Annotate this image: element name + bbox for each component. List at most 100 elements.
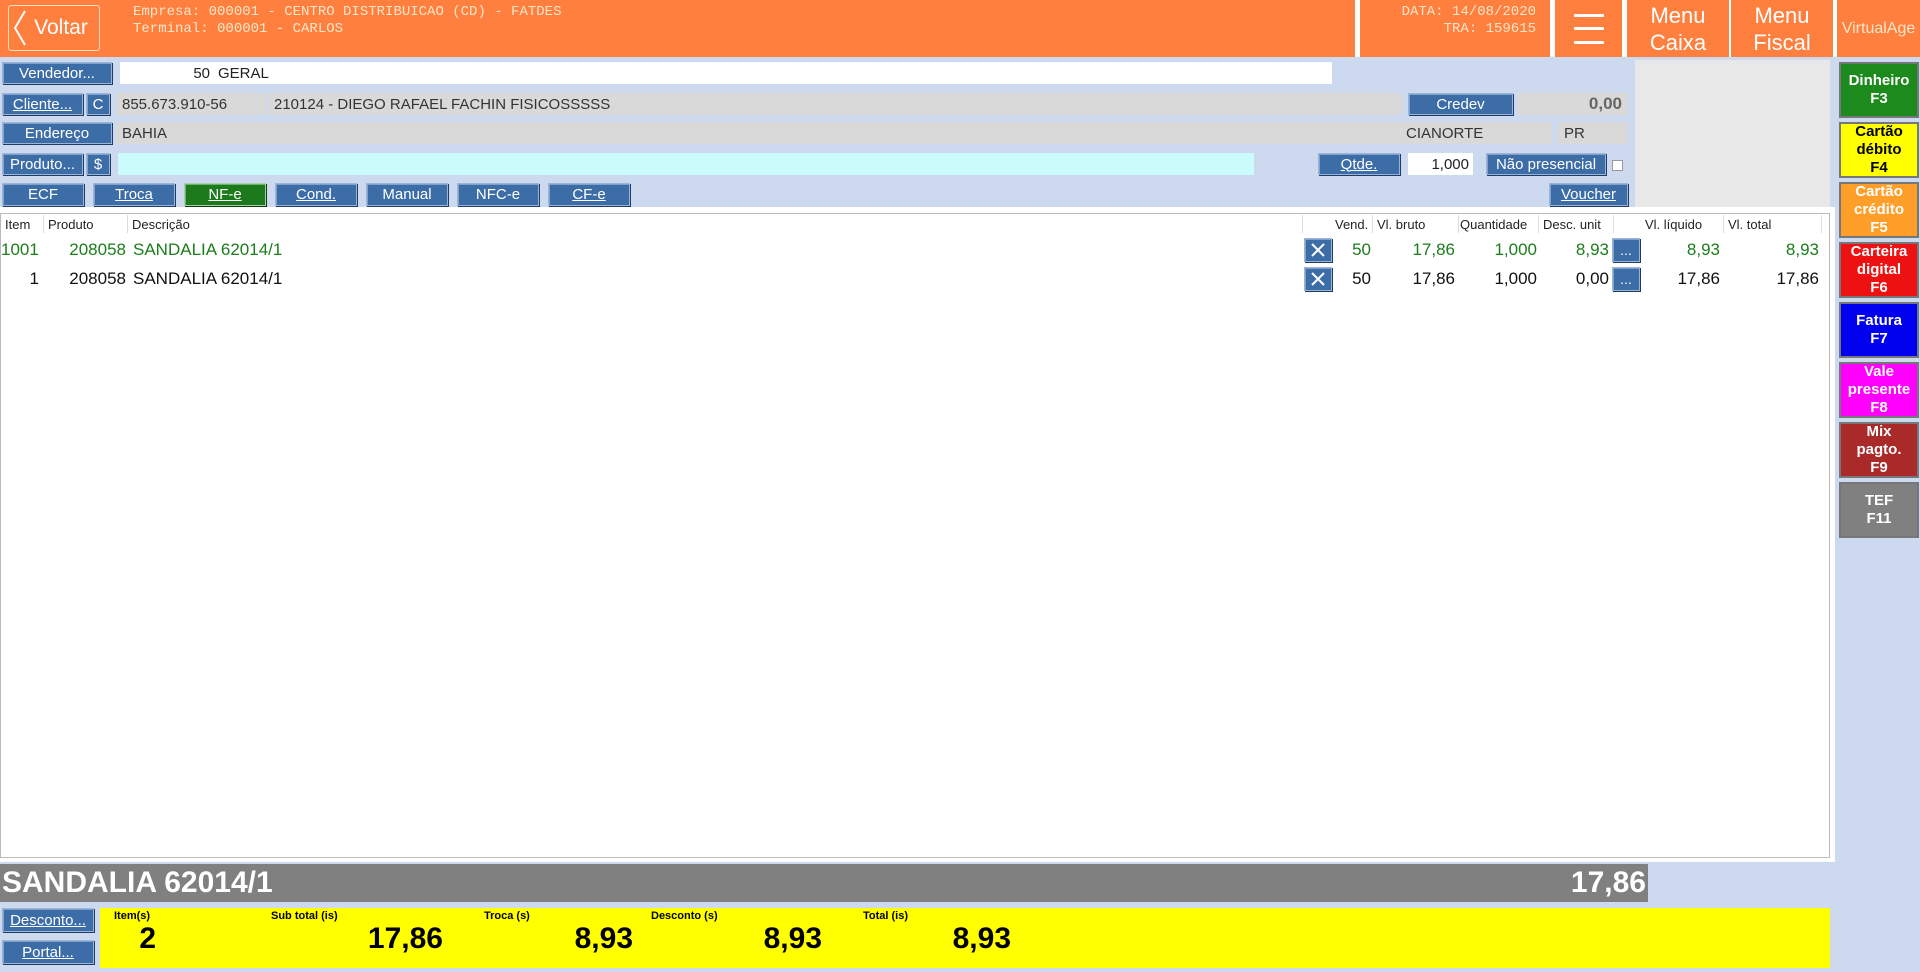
cliente-button[interactable]: Cliente... (2, 93, 83, 115)
col-vl-total: Vl. total (1724, 215, 1822, 233)
cell-vend: 50 (1352, 269, 1371, 288)
back-button[interactable]: Voltar (8, 5, 100, 51)
cell-vl-liquido: 8,93 (1686, 240, 1720, 259)
col-produto: Produto (44, 215, 128, 233)
menu-fiscal-line1: Menu (1754, 3, 1810, 28)
qtde-button[interactable]: Qtde. (1318, 153, 1400, 175)
pay-key: F11 (1866, 510, 1892, 527)
vendedor-code-field[interactable]: 50 (120, 62, 214, 84)
pay-label: Cartão (1855, 123, 1903, 140)
item-options-button[interactable]: ... (1612, 238, 1640, 262)
cliente-doc-field: 855.673.910-56 (116, 93, 266, 115)
pay-fatura-button[interactable]: Fatura F7 (1839, 302, 1919, 358)
pay-label-2: presente (1847, 381, 1911, 398)
troca-label: Troca (s) (484, 910, 530, 922)
total-label: Total (is) (863, 910, 909, 922)
mode-nfce-button[interactable]: NFC-e (457, 183, 539, 206)
desconto-button[interactable]: Desconto... (2, 908, 94, 932)
pay-key: F8 (1870, 399, 1888, 416)
pay-carteira-digital-button[interactable]: Carteira digital F6 (1839, 242, 1919, 298)
col-vend: Vend. (1331, 215, 1373, 233)
col-quantidade: Quantidade (1456, 215, 1539, 233)
pay-label: Dinheiro (1848, 72, 1910, 89)
pay-label-2: digital (1856, 261, 1902, 278)
pay-tef-button[interactable]: TEF F11 (1839, 482, 1919, 538)
cliente-c-button[interactable]: C (86, 93, 110, 115)
menu-fiscal-button[interactable]: Menu Fiscal (1731, 0, 1833, 57)
menu-caixa-line2: Caixa (1649, 30, 1707, 55)
tra-line: TRA: 159615 (1443, 21, 1536, 37)
company-info-panel: Empresa: 000001 - CENTRO DISTRIBUICAO (C… (0, 0, 1355, 57)
col-vl-bruto: Vl. bruto (1373, 215, 1459, 233)
voucher-button[interactable]: Voucher (1549, 183, 1628, 206)
credev-value: 0,00 (1518, 93, 1628, 115)
hamburger-menu-button[interactable] (1555, 0, 1622, 57)
produto-price-button[interactable]: $ (86, 153, 110, 175)
pay-key: F7 (1870, 330, 1888, 347)
pay-label: Cartão (1855, 183, 1903, 200)
pay-mix-button[interactable]: Mix pagto. F9 (1839, 422, 1919, 478)
nao-presencial-checkbox[interactable] (1612, 160, 1623, 171)
item-options-button[interactable]: ... (1612, 267, 1640, 291)
pay-cartao-debito-button[interactable]: Cartão débito F4 (1839, 122, 1919, 178)
cell-item: 1001 (1, 240, 39, 259)
itens-value: 2 (139, 922, 156, 955)
totals-panel: Item(s) 2 Sub total (is) 17,86 Troca (s)… (100, 908, 1830, 968)
pay-label: Carteira (1850, 243, 1908, 260)
portal-button[interactable]: Portal... (2, 940, 94, 964)
subtotal-label: Sub total (is) (271, 910, 338, 922)
pay-key: F5 (1870, 219, 1888, 236)
vendedor-button[interactable]: Vendedor... (2, 62, 112, 84)
cell-produto: 208058 (69, 240, 126, 259)
cidade-field: CIANORTE (1400, 122, 1552, 144)
cell-vl-bruto: 17,86 (1412, 269, 1455, 288)
vendedor-name-field: GERAL (214, 62, 1332, 84)
menu-caixa-button[interactable]: Menu Caixa (1627, 0, 1729, 57)
remove-item-button[interactable] (1304, 238, 1332, 262)
cell-item: 1 (29, 269, 39, 288)
total-value: 8,93 (952, 922, 1011, 955)
endereco-field: BAHIA (116, 122, 1402, 144)
pay-key: F6 (1870, 279, 1888, 296)
pay-key: F9 (1870, 459, 1888, 476)
pay-key: F4 (1870, 159, 1888, 176)
itens-label: Item(s) (114, 910, 151, 922)
mode-nfe-button[interactable]: NF-e (184, 183, 266, 206)
mode-troca-button[interactable]: Troca (93, 183, 175, 206)
table-row[interactable]: 1 208058 SANDALIA 62014/1 50 17,86 1,000… (1, 265, 1829, 293)
current-item-value: 17,86 (1570, 866, 1646, 899)
col-vl-liquido: Vl. líquido (1641, 215, 1724, 233)
mode-ecf-button[interactable]: ECF (2, 183, 84, 206)
items-table: Item Produto Descrição Vend. Vl. bruto Q… (0, 213, 1830, 858)
table-row[interactable]: 1001 208058 SANDALIA 62014/1 50 17,86 1,… (1, 236, 1829, 264)
produto-button[interactable]: Produto... (2, 153, 83, 175)
cell-vl-liquido: 17,86 (1677, 269, 1720, 288)
remove-item-button[interactable] (1304, 267, 1332, 291)
pay-dinheiro-button[interactable]: Dinheiro F3 (1839, 62, 1919, 118)
qtde-field[interactable]: 1,000 (1408, 153, 1473, 175)
date-panel: DATA: 14/08/2020 TRA: 159615 (1360, 0, 1550, 57)
mode-cond-button[interactable]: Cond. (275, 183, 357, 206)
troca-value: 8,93 (574, 922, 633, 955)
col-item: Item (1, 215, 44, 233)
pay-label: Fatura (1856, 312, 1902, 329)
pay-label: Mix (1866, 423, 1892, 440)
col-desc-unit: Desc. unit (1539, 215, 1614, 233)
subtotal-value: 17,86 (367, 922, 443, 955)
cell-descricao: SANDALIA 62014/1 (133, 269, 283, 288)
hamburger-icon (1573, 10, 1604, 48)
credev-button[interactable]: Credev (1408, 93, 1513, 115)
mode-manual-button[interactable]: Manual (366, 183, 448, 206)
produto-input[interactable] (118, 153, 1254, 175)
pay-label: TEF (1864, 492, 1894, 509)
desconto-total-label: Desconto (s) (651, 910, 718, 922)
terminal-line: Terminal: 000001 - CARLOS (133, 21, 344, 37)
pay-key: F3 (1870, 90, 1888, 107)
cell-quantidade: 1,000 (1494, 240, 1537, 259)
menu-fiscal-line2: Fiscal (1753, 30, 1811, 55)
pay-cartao-credito-button[interactable]: Cartão crédito F5 (1839, 182, 1919, 238)
mode-cfe-button[interactable]: CF-e (548, 183, 630, 206)
endereco-button[interactable]: Endereço (2, 122, 112, 144)
nao-presencial-button[interactable]: Não presencial (1486, 153, 1606, 175)
pay-vale-presente-button[interactable]: Vale presente F8 (1839, 362, 1919, 418)
